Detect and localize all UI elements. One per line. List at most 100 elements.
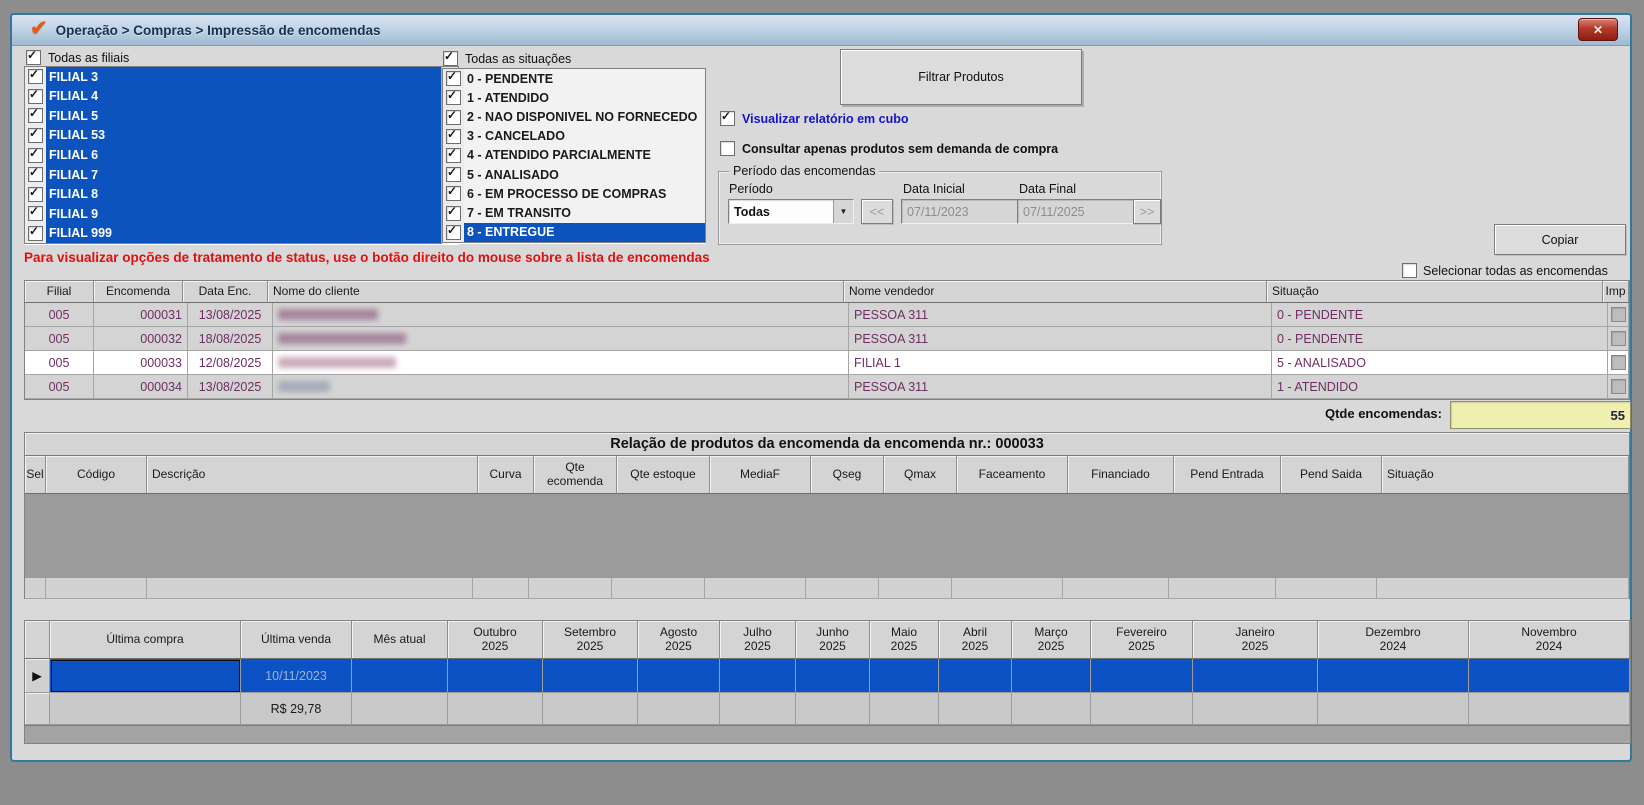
situacao-list-item[interactable]: 3 - CANCELADO [443, 126, 705, 146]
periodo-selected-value: Todas [734, 204, 770, 219]
all-situacoes-checkbox[interactable]: Todas as situações [443, 49, 571, 66]
checkbox-icon[interactable] [446, 184, 461, 202]
order-row[interactable]: 005 000031 13/08/2025 PESSOA 311 0 - PENDENT… [25, 303, 1629, 327]
checkbox-icon[interactable] [28, 106, 43, 124]
order-vendedor-cell: FILIAL 1 [849, 351, 1272, 375]
history-cell [448, 659, 543, 693]
sem-demanda-label: Consultar apenas produtos sem demanda de… [742, 141, 1059, 156]
window-client-area: Todas as filiais FILIAL 3FILIAL 4FILIAL … [14, 47, 1631, 758]
products-column-header: Qte estoque [617, 456, 710, 494]
periodo-prev-button[interactable]: << [861, 199, 893, 224]
filial-list-item[interactable]: FILIAL 53 [25, 125, 441, 146]
order-imp-cell[interactable] [1608, 375, 1629, 399]
order-imp-cell[interactable] [1608, 327, 1629, 351]
checkbox-icon[interactable] [28, 185, 43, 202]
all-filiais-label: Todas as filiais [48, 50, 130, 65]
checkbox-icon[interactable] [28, 67, 43, 85]
checkbox-icon [1402, 263, 1417, 278]
filial-list-item[interactable]: FILIAL 999 [25, 223, 441, 243]
filial-item-label: FILIAL 5 [46, 106, 441, 126]
copiar-button[interactable]: Copiar [1494, 224, 1626, 255]
imp-checkbox[interactable] [1610, 331, 1626, 346]
order-vendedor-cell: PESSOA 311 [849, 327, 1272, 351]
checkbox-icon[interactable] [28, 165, 43, 183]
filtrar-produtos-button[interactable]: Filtrar Produtos [840, 49, 1082, 105]
history-cell [1193, 659, 1318, 693]
situacao-list-item[interactable]: 1 - ATENDIDO [443, 88, 705, 108]
filial-list-item[interactable]: FILIAL 3 [25, 67, 441, 87]
qtde-encomendas-label: Qtde encomendas: [1324, 406, 1442, 421]
history-column-header: Fevereiro 2025 [1091, 621, 1193, 659]
products-footer-cell [705, 578, 806, 599]
data-inicial-field[interactable]: 07/11/2023 [901, 199, 1020, 224]
order-imp-cell[interactable] [1608, 351, 1629, 375]
checkbox-icon[interactable] [28, 204, 43, 222]
filial-list-item[interactable]: FILIAL 7 [25, 164, 441, 185]
title-bar: ✔ Operação > Compras > Impressão de enco… [12, 15, 1630, 46]
situacao-list-item[interactable]: 6 - EM PROCESSO DE COMPRAS [443, 184, 705, 204]
checkbox-icon[interactable] [446, 204, 461, 221]
imp-checkbox[interactable] [1610, 355, 1626, 370]
imp-checkbox[interactable] [1610, 307, 1626, 322]
next-arrows-label: >> [1139, 204, 1155, 219]
filial-list-item[interactable]: FILIAL 9 [25, 203, 441, 224]
checkbox-icon[interactable] [28, 126, 43, 143]
history-cell: 10/11/2023 [241, 659, 352, 693]
history-cell [1012, 659, 1091, 693]
imp-checkbox[interactable] [1610, 379, 1626, 394]
checkbox-icon[interactable] [28, 224, 43, 241]
checkbox-icon[interactable] [446, 146, 461, 163]
filial-list-item[interactable]: FILIAL 5 [25, 106, 441, 126]
order-row[interactable]: 005 000034 13/08/2025 PESSOA 311 1 - ATENDID… [25, 375, 1629, 399]
situacao-list-item[interactable]: 5 - ANALISADO [443, 165, 705, 185]
history-column-header: Janeiro 2025 [1193, 621, 1318, 659]
filial-list-item[interactable]: FILIAL 6 [25, 145, 441, 165]
checkbox-icon[interactable] [446, 88, 461, 106]
checkbox-icon[interactable] [446, 108, 461, 125]
order-row[interactable]: 005 000032 18/08/2025 PESSOA 311 0 - PENDENT… [25, 327, 1629, 351]
products-column-header: Qmax [884, 456, 957, 494]
history-cell: R$ 29,78 [241, 693, 352, 725]
checkbox-icon[interactable] [446, 127, 461, 144]
order-filial-cell: 005 [25, 351, 94, 375]
situacao-list-item[interactable]: 0 - PENDENTE [443, 69, 705, 89]
situacao-list-item[interactable]: 7 - EM TRANSITO [443, 203, 705, 223]
close-button[interactable]: ✕ [1578, 18, 1618, 41]
orders-column-header: Nome vendedor [844, 281, 1267, 303]
app-window: ✔ Operação > Compras > Impressão de enco… [10, 13, 1632, 762]
situacao-listbox[interactable]: 0 - PENDENTE1 - ATENDIDO2 - NAO DISPONIV… [442, 68, 706, 243]
order-imp-cell[interactable] [1608, 303, 1629, 327]
filial-list-item[interactable]: FILIAL 8 [25, 184, 441, 204]
checkbox-icon[interactable] [446, 223, 461, 240]
situacao-item-label: 7 - EM TRANSITO [464, 203, 705, 223]
situacao-list-item[interactable]: 2 - NAO DISPONIVEL NO FORNECEDO [443, 107, 705, 127]
checkbox-icon[interactable] [446, 165, 461, 183]
products-footer-cell [879, 578, 952, 599]
order-cliente-cell-redacted [273, 351, 849, 375]
data-final-field[interactable]: 07/11/2025 [1017, 199, 1136, 224]
filial-list-item[interactable]: FILIAL 4 [25, 86, 441, 107]
filial-listbox[interactable]: FILIAL 3FILIAL 4FILIAL 5FILIAL 53FILIAL … [24, 66, 459, 244]
all-filiais-checkbox[interactable]: Todas as filiais [26, 48, 130, 65]
order-row[interactable]: 005 000033 12/08/2025 FILIAL 15 - ANALISADO [25, 351, 1629, 375]
history-column-header: Última compra [50, 621, 241, 659]
checkbox-icon[interactable] [28, 146, 43, 163]
filial-item-label: FILIAL 4 [46, 86, 441, 107]
checkbox-icon[interactable] [446, 69, 461, 87]
sem-demanda-checkbox[interactable]: Consultar apenas produtos sem demanda de… [720, 141, 1058, 156]
history-cell [50, 693, 241, 725]
history-row[interactable]: ▶ 10/11/2023 [25, 659, 1630, 693]
situacao-list-item[interactable]: 8 - ENTREGUE [443, 222, 705, 242]
history-row[interactable]: R$ 29,78 [25, 693, 1630, 725]
periodo-select[interactable]: Todas ▼ [728, 199, 854, 224]
select-all-orders-checkbox[interactable]: Selecionar todas as encomendas [1402, 263, 1608, 278]
checkbox-icon[interactable] [28, 87, 43, 104]
history-column-header: Junho 2025 [796, 621, 870, 659]
chevron-down-icon[interactable]: ▼ [833, 200, 853, 223]
checkbox-icon [720, 109, 735, 126]
situacao-list-item[interactable]: 4 - ATENDIDO PARCIALMENTE [443, 145, 705, 166]
visualizar-cubo-checkbox[interactable]: Visualizar relatório em cubo [720, 109, 909, 126]
order-data-cell: 12/08/2025 [188, 351, 273, 375]
periodo-next-button[interactable]: >> [1133, 199, 1161, 224]
history-column-header: Dezembro 2024 [1318, 621, 1469, 659]
